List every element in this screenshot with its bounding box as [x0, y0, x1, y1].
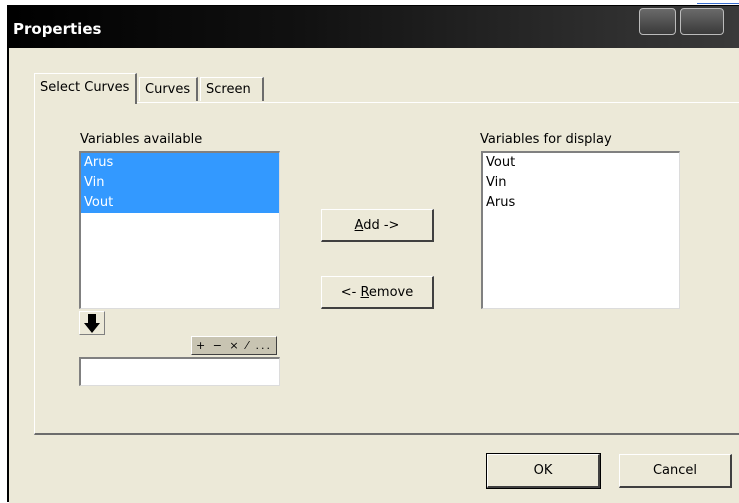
add-button-mnemonic: A [354, 218, 364, 233]
down-arrow-icon [84, 314, 100, 333]
tab-panel-select-curves: Variables available Arus Vin Vout + − × … [34, 102, 739, 435]
expression-input[interactable] [79, 357, 280, 386]
display-listbox[interactable]: Vout Vin Arus [481, 151, 680, 309]
available-label: Variables available [80, 132, 203, 147]
tab-select-curves[interactable]: Select Curves [34, 73, 137, 104]
list-item[interactable]: Vin [81, 173, 279, 193]
list-item[interactable]: Arus [81, 153, 279, 173]
close-button[interactable] [680, 8, 724, 35]
list-item[interactable]: Vin [483, 173, 679, 193]
remove-button-prefix: <- [340, 285, 361, 300]
add-button-label: dd -> [363, 218, 400, 233]
remove-button-label: emove [368, 285, 414, 300]
list-item[interactable]: Vout [81, 193, 279, 213]
minimize-button[interactable] [639, 8, 676, 35]
cancel-button[interactable]: Cancel [619, 454, 732, 488]
operators-button[interactable]: + − × ⁄ ... [191, 336, 277, 355]
insert-button[interactable] [79, 311, 105, 335]
remove-button-mnemonic: R [360, 285, 369, 300]
corner-link[interactable] [697, 0, 739, 4]
ok-button[interactable]: OK [486, 453, 601, 489]
list-item[interactable]: Arus [483, 193, 679, 213]
tab-curves[interactable]: Curves [139, 77, 198, 101]
title-bar[interactable]: Properties [9, 6, 739, 48]
add-button[interactable]: Add -> [321, 209, 434, 242]
available-listbox[interactable]: Arus Vin Vout [79, 151, 280, 309]
background-strip [0, 0, 739, 3]
list-item[interactable]: Vout [483, 153, 679, 173]
window-title: Properties [13, 20, 102, 38]
display-label: Variables for display [480, 132, 612, 147]
tab-screen[interactable]: Screen [200, 77, 264, 101]
remove-button[interactable]: <- Remove [321, 276, 434, 309]
dialog-client-area: Select Curves Curves Screen Variables av… [9, 48, 739, 503]
properties-dialog: Properties Select Curves Curves Screen V… [7, 5, 739, 503]
